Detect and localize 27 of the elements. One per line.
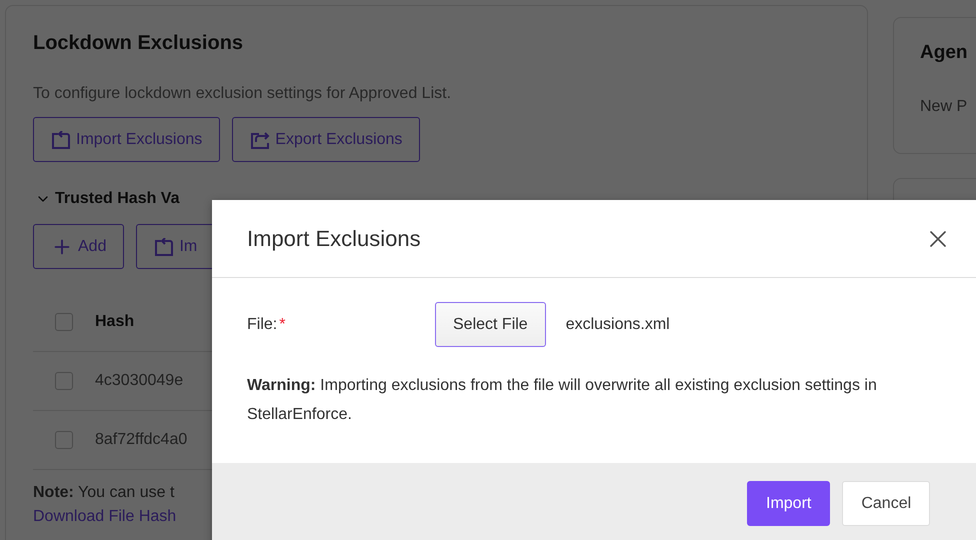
export-button[interactable]: Export Exclusions	[232, 117, 420, 162]
table-cell: 8af72ffdc4a0	[95, 431, 188, 449]
table-cell: 4c3030049e	[95, 372, 184, 390]
column-header: Hash	[95, 313, 134, 331]
description: To configure lockdown exclusion settings for Approved List.	[33, 85, 452, 103]
import-button[interactable]: Import	[747, 481, 830, 526]
warning-text: Warning: Importing exclusions from the file will overwrite all existing exclusion settings in StellarEnforce.	[247, 376, 878, 425]
section-title: Lockdown Exclusions	[33, 32, 244, 55]
card-title: Agen	[920, 42, 968, 64]
card-text: New P	[920, 98, 968, 116]
export-icon	[250, 130, 270, 148]
section-toggle[interactable]: Trusted Hash Va	[33, 190, 180, 208]
field-label: File:	[247, 316, 278, 334]
select-file-button[interactable]: Select File	[435, 302, 546, 347]
add-button[interactable]: Add	[33, 224, 124, 269]
download-link[interactable]: Download File Hash	[33, 508, 176, 526]
checkbox[interactable]	[55, 431, 73, 449]
import-icon	[154, 238, 174, 256]
import-button[interactable]: Import Exclusions	[33, 117, 220, 162]
dialog-title: Import Exclusions	[247, 226, 421, 252]
note-text: Note: You can use t	[33, 484, 174, 502]
file-name: exclusions.xml	[566, 316, 670, 334]
checkbox[interactable]	[55, 313, 73, 331]
cancel-button[interactable]: Cancel	[842, 481, 930, 526]
required-mark: *	[279, 316, 286, 334]
import-icon	[51, 130, 71, 148]
checkbox[interactable]	[55, 372, 73, 390]
